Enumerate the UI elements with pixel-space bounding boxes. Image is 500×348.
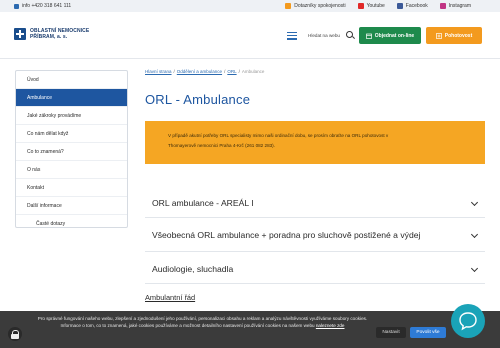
youtube-icon [357, 3, 364, 9]
chevron-down-icon [470, 264, 479, 273]
breadcrumb-separator: / [224, 68, 226, 74]
accordion-label: Audiologie, sluchadla [152, 264, 234, 274]
sidebar-nav: Úvod Ambulance Jaké zákroky provádíme Co… [15, 70, 128, 228]
emergency-icon [435, 32, 442, 39]
top-bar: info +420 318 641 111 Dotazníky spokojen… [0, 0, 500, 12]
sidebar-item-co-to-znamena[interactable]: Co to znamená? [16, 143, 127, 161]
survey-label: Dotazníky spokojenosti [294, 3, 346, 9]
survey-icon [285, 3, 292, 9]
sidebar-item-dalsi-informace[interactable]: Další informace [16, 197, 127, 215]
facebook-label: Facebook [405, 3, 428, 9]
survey-link[interactable]: Dotazníky spokojenosti [285, 3, 346, 9]
breadcrumb-home[interactable]: Hlavní strana [145, 69, 172, 74]
cookie-more-link[interactable]: naleznete zde [316, 323, 345, 328]
sidebar-item-kontakt[interactable]: Kontakt [16, 179, 127, 197]
breadcrumb-separator: / [173, 68, 175, 74]
chevron-down-icon [470, 230, 479, 239]
hospital-cross-icon [14, 28, 26, 40]
chevron-down-icon [470, 198, 479, 207]
instagram-icon [439, 3, 446, 9]
book-online-label: Objednat on-line [374, 32, 415, 39]
breadcrumb: Hlavní strana / Oddělení a ambulance / O… [145, 66, 485, 76]
emergency-button[interactable]: Pohotovost [426, 27, 482, 44]
youtube-label: Youtube [366, 3, 385, 9]
phone-icon [14, 3, 19, 9]
search-label[interactable]: Hledat na webu [308, 33, 340, 38]
sidebar-item-zakroky[interactable]: Jaké zákroky provádíme [16, 107, 127, 125]
sidebar-item-caste-dotazy[interactable]: Časté dotazy [16, 215, 127, 233]
accordion-orl-ambulance-areal[interactable]: ORL ambulance - AREÁL I [145, 186, 485, 218]
breadcrumb-departments[interactable]: Oddělení a ambulance [177, 69, 222, 74]
sidebar-item-o-nas[interactable]: O nás [16, 161, 127, 179]
youtube-link[interactable]: Youtube [357, 3, 385, 9]
search-icon[interactable] [346, 31, 353, 38]
alert-line1: V případě akutní potřeby ORL specialisty… [168, 133, 389, 138]
alert-line2: Thomayerově nemocnici Praha 4-Krč (261 0… [168, 143, 275, 148]
accordion-label: Všeobecná ORL ambulance + poradna pro sl… [152, 230, 421, 240]
site-header: OBLASTNÍ NEMOCNICE PŘÍBRAM, a. s. Hledat… [0, 12, 500, 59]
facebook-link[interactable]: Facebook [396, 3, 428, 9]
instagram-link[interactable]: Instagram [439, 3, 471, 9]
main-content: Hlavní strana / Oddělení a ambulance / O… [145, 66, 485, 302]
cookie-text: Pro správné fungování našeho webu, zlepš… [30, 315, 375, 329]
accordion-vseobecna-orl[interactable]: Všeobecná ORL ambulance + poradna pro sl… [145, 218, 485, 252]
cookie-accept-all-button[interactable]: Povolit vše [410, 327, 446, 338]
page-title: ORL - Ambulance [145, 92, 251, 107]
sidebar-item-uvod[interactable]: Úvod [16, 71, 127, 89]
sidebar-item-co-delat[interactable]: Co nám dělat když [16, 125, 127, 143]
emergency-alert: V případě akutní potřeby ORL specialisty… [145, 121, 485, 164]
breadcrumb-separator: / [238, 68, 240, 74]
cookie-bar: Pro správné fungování našeho webu, zlepš… [0, 311, 500, 348]
logo-line2: PŘÍBRAM, a. s. [30, 34, 68, 40]
instagram-label: Instagram [448, 3, 471, 9]
ambulance-rules-link[interactable]: Ambulantní řád [145, 293, 195, 302]
cookie-lock-icon[interactable] [8, 327, 22, 341]
breadcrumb-orl[interactable]: ORL [227, 69, 236, 74]
phone-label: info +420 318 641 111 [22, 3, 72, 9]
cookie-settings-button[interactable]: Nastavit [376, 327, 406, 338]
phone-contact[interactable]: info +420 318 641 111 [14, 3, 71, 9]
calendar-icon [365, 33, 372, 39]
accordion-label: ORL ambulance - AREÁL I [152, 198, 254, 208]
chat-button[interactable] [451, 304, 485, 338]
book-online-button[interactable]: Objednat on-line [359, 27, 421, 44]
menu-hamburger-icon[interactable] [283, 30, 301, 42]
chat-bubble-icon [459, 312, 477, 331]
facebook-icon [396, 3, 403, 9]
sidebar-item-ambulance[interactable]: Ambulance [16, 89, 127, 107]
breadcrumb-current: Ambulance [241, 68, 265, 74]
emergency-label: Pohotovost [444, 32, 473, 39]
hospital-logo[interactable]: OBLASTNÍ NEMOCNICE PŘÍBRAM, a. s. [14, 28, 89, 40]
accordion-audiologie[interactable]: Audiologie, sluchadla [145, 252, 485, 284]
